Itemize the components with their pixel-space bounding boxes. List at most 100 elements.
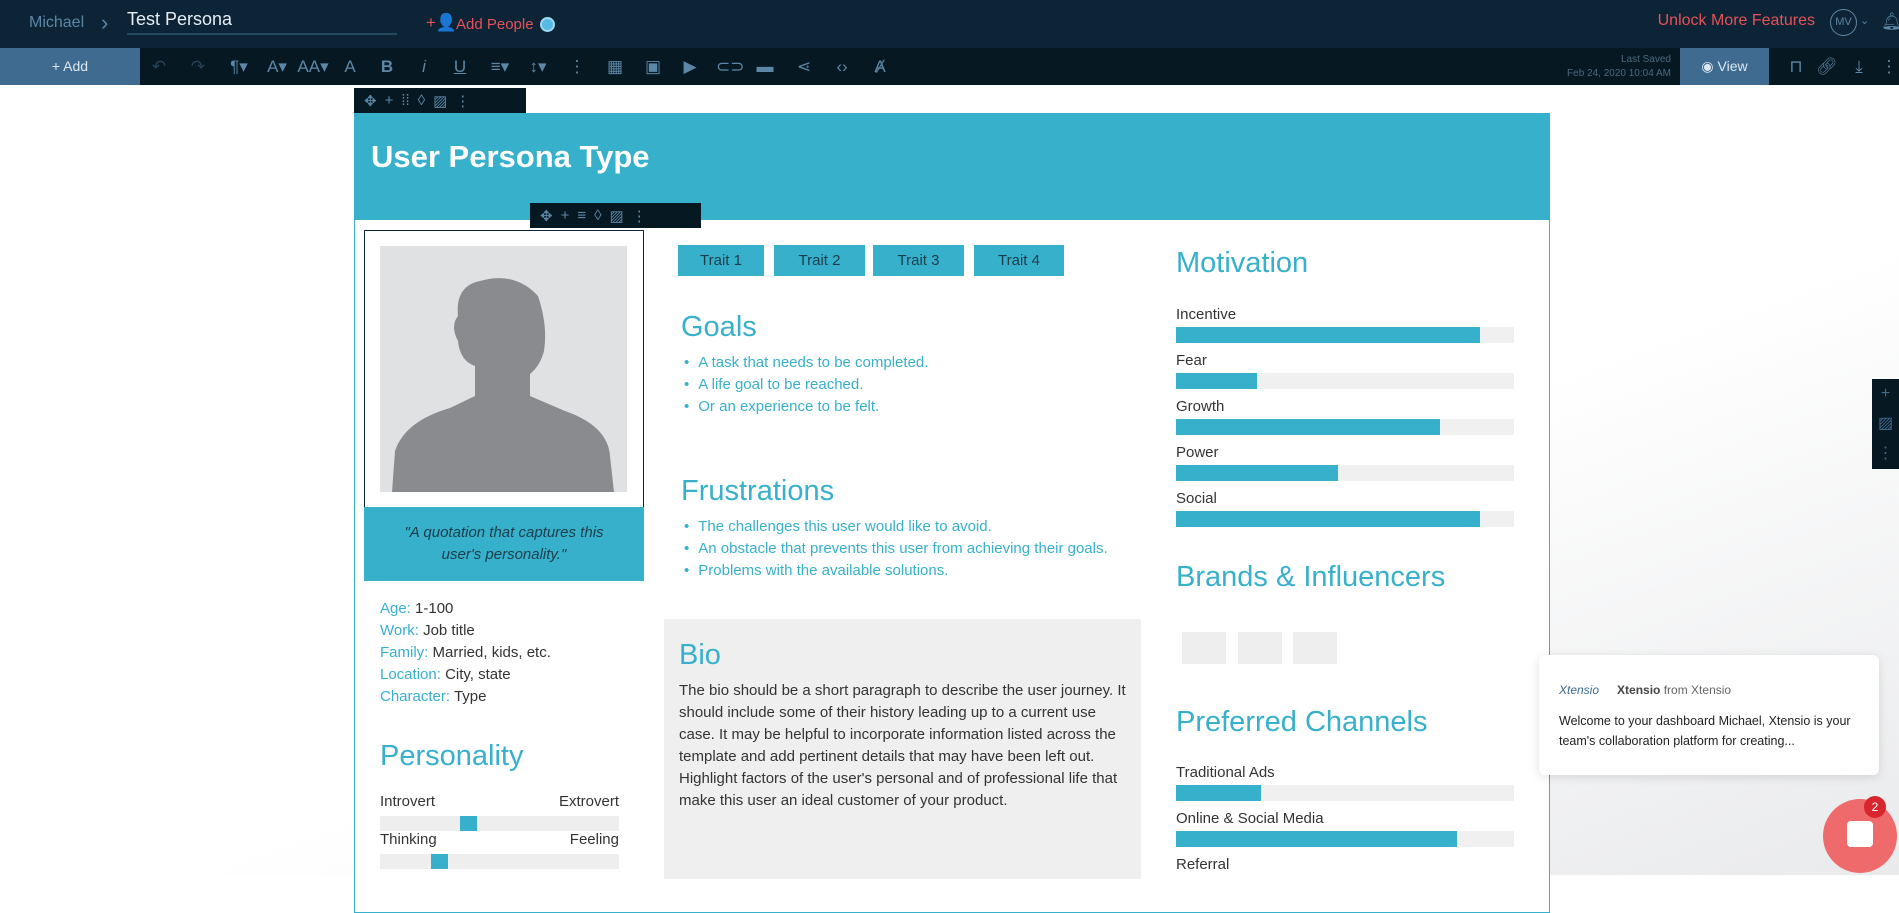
- present-icon[interactable]: ⊓: [1784, 48, 1808, 85]
- brand-logo-placeholder[interactable]: [1293, 632, 1337, 664]
- brand-logo-placeholder[interactable]: [1182, 632, 1226, 664]
- more-icon[interactable]: ⋮: [565, 48, 589, 85]
- progress-bar-fill: [1176, 785, 1261, 801]
- chevron-down-icon[interactable]: ⌄: [1860, 14, 1869, 27]
- line-spacing-icon[interactable]: ↕▾: [522, 48, 554, 85]
- breadcrumb-parent[interactable]: Michael: [29, 14, 84, 32]
- table-icon[interactable]: ▦: [603, 48, 627, 85]
- highlight-icon[interactable]: A: [338, 48, 362, 85]
- add-button[interactable]: + Add: [0, 48, 140, 85]
- frustrations-heading[interactable]: Frustrations: [681, 475, 834, 508]
- list-item: Or an experience to be felt.: [684, 396, 928, 418]
- section-toolbar: ✥ + ⁞⁞ ◊ ▨ ⋮: [354, 88, 526, 113]
- brand-logo-placeholder[interactable]: [1238, 632, 1282, 664]
- progress-bar[interactable]: [1176, 831, 1514, 847]
- bio-heading[interactable]: Bio: [679, 639, 721, 672]
- link-icon[interactable]: 🔗︎: [1815, 48, 1839, 85]
- goals-heading[interactable]: Goals: [681, 311, 757, 344]
- more-icon[interactable]: ⋮: [455, 92, 470, 110]
- add-people-icon: +👤: [426, 13, 458, 32]
- bar-label: Growth: [1176, 398, 1225, 415]
- grid-icon[interactable]: ⁞⁞: [401, 92, 409, 109]
- persona-title[interactable]: User Persona Type: [371, 139, 650, 175]
- italic-icon[interactable]: i: [412, 48, 436, 85]
- add-icon[interactable]: +: [385, 92, 394, 109]
- progress-bar[interactable]: [1176, 465, 1514, 481]
- more-options-icon[interactable]: ⋮: [1877, 48, 1899, 85]
- add-icon[interactable]: +: [1872, 379, 1899, 409]
- detail-character[interactable]: Character: Type: [380, 686, 551, 708]
- add-icon[interactable]: +: [561, 207, 570, 224]
- image-icon[interactable]: ▨: [433, 92, 447, 110]
- photo-block[interactable]: [364, 230, 644, 508]
- view-button[interactable]: ◉ View: [1680, 48, 1769, 85]
- trait-tag[interactable]: Trait 1: [678, 245, 764, 276]
- progress-bar-fill: [1176, 511, 1481, 527]
- trait-tag[interactable]: Trait 2: [774, 245, 865, 276]
- detail-age[interactable]: Age: 1-100: [380, 598, 551, 620]
- slider-handle[interactable]: [459, 816, 477, 831]
- align-icon[interactable]: ≡▾: [484, 48, 516, 85]
- share-icon[interactable]: ⋖: [792, 48, 816, 85]
- avatar-placeholder-icon: [380, 246, 627, 492]
- trait-tag[interactable]: Trait 3: [873, 245, 964, 276]
- notification-message: Welcome to your dashboard Michael, Xtens…: [1559, 714, 1851, 748]
- detail-family[interactable]: Family: Married, kids, etc.: [380, 642, 551, 664]
- move-icon[interactable]: ✥: [364, 92, 377, 110]
- image-icon[interactable]: ▨: [610, 207, 624, 225]
- progress-bar[interactable]: [1176, 511, 1514, 527]
- notification-from: from Xtensio: [1663, 683, 1732, 697]
- button-icon[interactable]: ▬: [753, 48, 777, 85]
- frustrations-list[interactable]: The challenges this user would like to a…: [684, 516, 1107, 582]
- unlock-features-link[interactable]: Unlock More Features: [1658, 12, 1815, 30]
- more-icon[interactable]: ⋮: [632, 207, 647, 225]
- bell-icon[interactable]: 🔔︎: [1881, 12, 1899, 32]
- link-icon[interactable]: ⊂⊃: [716, 48, 745, 85]
- clear-format-icon[interactable]: Ⱥ: [868, 48, 892, 85]
- font-size-icon[interactable]: AA▾: [296, 48, 330, 85]
- progress-bar-fill: [1176, 465, 1339, 481]
- channels-heading[interactable]: Preferred Channels: [1176, 706, 1427, 739]
- progress-bar[interactable]: [1176, 327, 1514, 343]
- personality-slider[interactable]: [380, 816, 619, 831]
- progress-bar[interactable]: [1176, 419, 1514, 435]
- goals-list[interactable]: A task that needs to be completed. A lif…: [684, 352, 928, 418]
- undo-icon[interactable]: ↶: [147, 48, 171, 85]
- detail-work[interactable]: Work: Job title: [380, 620, 551, 642]
- underline-icon[interactable]: U: [448, 48, 472, 85]
- doc-title-input[interactable]: Test Persona: [127, 9, 397, 35]
- redo-icon[interactable]: ↷: [186, 48, 210, 85]
- move-icon[interactable]: ✥: [540, 207, 553, 225]
- list-item: A life goal to be reached.: [684, 374, 928, 396]
- paragraph-icon[interactable]: ¶▾: [224, 48, 254, 85]
- chevron-right-icon: ›: [101, 10, 109, 35]
- notification-card[interactable]: Xtensio Xtensio from Xtensio Welcome to y…: [1539, 655, 1879, 775]
- detail-location[interactable]: Location: City, state: [380, 664, 551, 686]
- brands-heading[interactable]: Brands & Influencers: [1176, 561, 1445, 594]
- personality-slider[interactable]: [380, 854, 619, 869]
- download-icon[interactable]: ⤓: [1847, 48, 1871, 85]
- avatar[interactable]: MV: [1830, 9, 1857, 36]
- slider-right-label: Feeling: [569, 831, 619, 848]
- progress-bar[interactable]: [1176, 373, 1514, 389]
- trait-tag[interactable]: Trait 4: [974, 245, 1064, 276]
- color-drop-icon[interactable]: ◊: [594, 207, 601, 224]
- motivation-heading[interactable]: Motivation: [1176, 247, 1308, 280]
- image-icon[interactable]: ▣: [641, 48, 665, 85]
- persona-quote[interactable]: "A quotation that captures this user's p…: [364, 507, 644, 581]
- chat-launcher-button[interactable]: [1823, 799, 1897, 873]
- font-color-icon[interactable]: A▾: [262, 48, 292, 85]
- video-icon[interactable]: ▶: [678, 48, 702, 85]
- personality-heading[interactable]: Personality: [380, 740, 523, 773]
- align-icon[interactable]: ≡: [577, 207, 586, 224]
- slider-left-label: Introvert: [380, 793, 436, 810]
- color-drop-icon[interactable]: ◊: [418, 92, 425, 109]
- progress-bar[interactable]: [1176, 785, 1514, 801]
- code-icon[interactable]: ‹›: [830, 48, 854, 85]
- bio-text[interactable]: The bio should be a short paragraph to d…: [679, 680, 1129, 812]
- image-icon[interactable]: ▨: [1872, 409, 1899, 439]
- slider-handle[interactable]: [431, 854, 449, 869]
- bold-icon[interactable]: B: [375, 48, 399, 85]
- more-icon[interactable]: ⋮: [1872, 439, 1899, 469]
- add-people-button[interactable]: Add People: [456, 16, 534, 33]
